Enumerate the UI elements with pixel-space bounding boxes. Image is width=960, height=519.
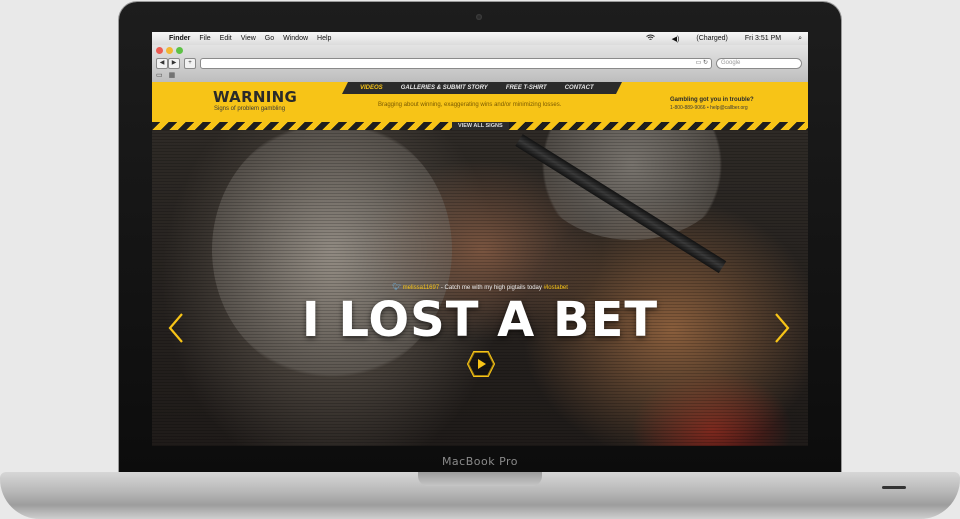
- hero-video[interactable]: 🐦︎ melissa11697 - Catch me with my high …: [152, 130, 808, 446]
- tweet-handle[interactable]: melissa11697: [403, 285, 440, 291]
- site-logo[interactable]: WARNING: [213, 88, 297, 106]
- rss-reload-icon[interactable]: ▭ ↻: [696, 59, 708, 68]
- sign-tagline: Bragging about winning, exaggerating win…: [378, 102, 562, 108]
- menu-go[interactable]: Go: [265, 35, 274, 42]
- search-input[interactable]: Google: [716, 58, 802, 69]
- screen: Finder File Edit View Go Window Help ◀) …: [152, 32, 808, 446]
- menu-app-name[interactable]: Finder: [169, 35, 190, 42]
- spotlight-icon[interactable]: ⌕: [798, 35, 802, 43]
- tweet-text: - Catch me with my high pigtails today: [439, 285, 544, 291]
- browser-toolbar: ◀ ▶ + ▭ ↻ Google ▭ ▦: [152, 45, 808, 83]
- site-logo-subtitle: Signs of problem gambling: [214, 106, 286, 112]
- mac-menu-bar: Finder File Edit View Go Window Help ◀) …: [152, 32, 808, 45]
- play-video-icon[interactable]: [467, 351, 495, 377]
- view-all-signs-tab[interactable]: VIEW ALL SIGNS: [452, 122, 509, 130]
- webcam: [476, 14, 482, 20]
- help-question: Gambling got you in trouble?: [670, 97, 754, 103]
- zoom-window-icon[interactable]: [176, 47, 183, 54]
- clock[interactable]: Fri 3:51 PM: [745, 35, 781, 42]
- previous-slide-icon[interactable]: [168, 313, 184, 343]
- hero-headline: I LOST A BET: [301, 292, 659, 348]
- main-nav: VIDEOS GALLERIES & SUBMIT STORY FREE T-S…: [342, 82, 622, 94]
- menu-file[interactable]: File: [199, 35, 210, 42]
- nav-videos[interactable]: VIDEOS: [360, 85, 383, 91]
- window-controls: [156, 47, 183, 54]
- bookmarks-book-icon[interactable]: ▭: [156, 71, 163, 79]
- nav-galleries[interactable]: GALLERIES & SUBMIT STORY: [401, 85, 488, 91]
- site-header: WARNING Signs of problem gambling VIDEOS…: [152, 82, 808, 122]
- next-slide-icon[interactable]: [774, 313, 790, 343]
- close-window-icon[interactable]: [156, 47, 163, 54]
- sleep-indicator: [882, 486, 906, 489]
- add-bookmark-button[interactable]: +: [184, 58, 196, 69]
- tweet-hashtag[interactable]: #lostabet: [544, 285, 568, 291]
- device-label: MacBook Pro: [441, 455, 519, 468]
- menu-edit[interactable]: Edit: [220, 35, 232, 42]
- back-button[interactable]: ◀: [156, 58, 168, 69]
- bookmarks-bar: ▭ ▦: [156, 71, 175, 79]
- menu-extras: ◀) (Charged) Fri 3:51 PM ⌕: [637, 32, 802, 45]
- minimize-window-icon[interactable]: [166, 47, 173, 54]
- featured-tweet[interactable]: 🐦︎ melissa11697 - Catch me with my high …: [152, 283, 808, 291]
- nav-free-tshirt[interactable]: FREE T-SHIRT: [506, 85, 547, 91]
- menu-window[interactable]: Window: [283, 35, 308, 42]
- battery-status[interactable]: (Charged): [696, 35, 728, 42]
- forward-button[interactable]: ▶: [168, 58, 180, 69]
- menu-view[interactable]: View: [241, 35, 256, 42]
- address-bar[interactable]: ▭ ↻: [200, 58, 712, 69]
- top-sites-grid-icon[interactable]: ▦: [169, 71, 176, 79]
- wifi-icon[interactable]: [645, 34, 655, 43]
- help-contact[interactable]: 1-800-889-9066 • help@callber.org: [670, 105, 748, 111]
- nav-contact[interactable]: CONTACT: [565, 85, 594, 91]
- volume-icon[interactable]: ◀): [672, 35, 680, 43]
- laptop-opening-notch: [418, 472, 542, 486]
- twitter-bird-icon: 🐦︎: [392, 284, 401, 291]
- menu-help[interactable]: Help: [317, 35, 331, 42]
